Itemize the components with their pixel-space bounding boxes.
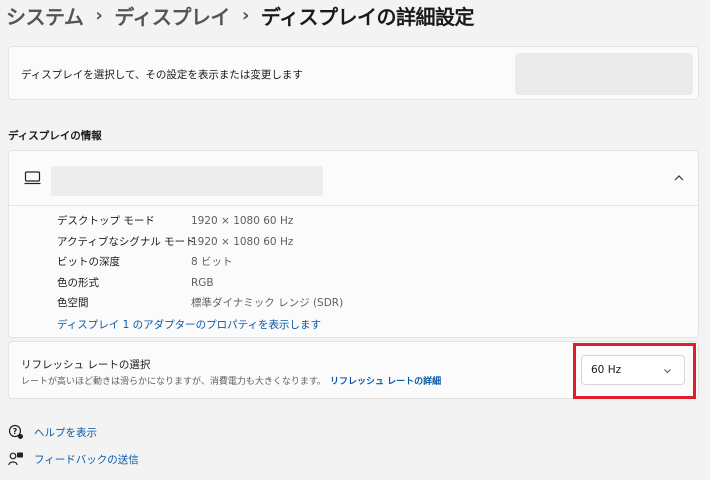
select-display-card: ディスプレイを選択して、その設定を表示または変更します bbox=[8, 46, 699, 100]
display-selector-dropdown[interactable] bbox=[515, 53, 693, 95]
info-label: 色空間 bbox=[57, 297, 89, 309]
svg-text:?: ? bbox=[13, 427, 18, 436]
monitor-icon bbox=[24, 171, 41, 185]
info-value: 8 ビット bbox=[191, 256, 233, 268]
page-title: ディスプレイの詳細設定 bbox=[260, 4, 475, 29]
help-icon: ? bbox=[8, 424, 23, 439]
breadcrumb: システム › ディスプレイ › ディスプレイの詳細設定 bbox=[6, 0, 474, 30]
info-value: 標準ダイナミック レンジ (SDR) bbox=[191, 297, 344, 309]
display-info-header[interactable] bbox=[9, 151, 698, 206]
adapter-properties-link[interactable]: ディスプレイ 1 のアダプターのプロパティを表示します bbox=[57, 317, 321, 332]
refresh-rate-description-text: レートが高いほど動きは滑らかになりますが、消費電力も大きくなります。 bbox=[21, 377, 326, 387]
help-label[interactable]: ヘルプを表示 bbox=[34, 425, 97, 440]
info-label: デスクトップ モード bbox=[57, 215, 155, 227]
info-value: 1920 × 1080 60 Hz bbox=[191, 236, 294, 248]
chevron-down-icon bbox=[664, 369, 671, 374]
display-name bbox=[51, 166, 323, 196]
select-display-description: ディスプレイを選択して、その設定を表示または変更します bbox=[21, 69, 303, 81]
info-value: 1920 × 1080 60 Hz bbox=[191, 215, 294, 227]
help-link[interactable]: ? ヘルプを表示 bbox=[8, 424, 97, 440]
breadcrumb-separator: › bbox=[241, 4, 249, 26]
info-label: アクティブなシグナル モード bbox=[57, 236, 196, 248]
chevron-up-icon[interactable] bbox=[672, 171, 686, 185]
feedback-icon bbox=[8, 452, 23, 466]
feedback-label[interactable]: フィードバックの送信 bbox=[34, 452, 139, 467]
display-info-section-title: ディスプレイの情報 bbox=[8, 130, 102, 142]
refresh-rate-selected-value: 60 Hz bbox=[591, 364, 622, 376]
info-label: 色の形式 bbox=[57, 277, 99, 289]
breadcrumb-separator: › bbox=[95, 4, 103, 26]
info-label: ビットの深度 bbox=[57, 256, 120, 268]
refresh-rate-details-link[interactable]: リフレッシュ レートの詳細 bbox=[330, 377, 441, 387]
info-value: RGB bbox=[191, 277, 214, 289]
breadcrumb-display[interactable]: ディスプレイ bbox=[114, 1, 230, 30]
refresh-rate-dropdown[interactable]: 60 Hz bbox=[581, 355, 685, 385]
refresh-rate-title: リフレッシュ レートの選択 bbox=[21, 359, 151, 371]
refresh-rate-description: レートが高いほど動きは滑らかになりますが、消費電力も大きくなります。 リフレッシュ… bbox=[21, 374, 441, 387]
feedback-link[interactable]: フィードバックの送信 bbox=[8, 451, 139, 467]
breadcrumb-system[interactable]: システム bbox=[6, 1, 84, 30]
display-info-card: デスクトップ モード 1920 × 1080 60 Hz アクティブなシグナル … bbox=[8, 150, 699, 338]
